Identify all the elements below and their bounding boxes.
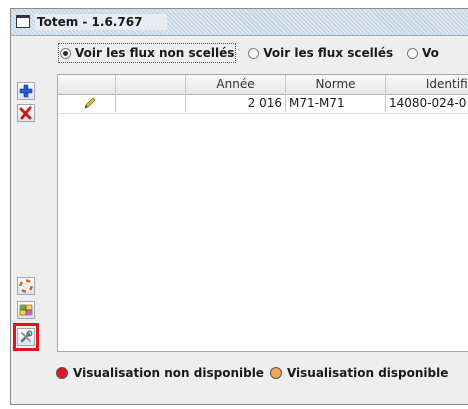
red-status-dot-icon	[56, 367, 68, 379]
edit-cell[interactable]	[58, 94, 116, 112]
radio-indicator[interactable]	[248, 47, 260, 59]
blank-cell	[116, 94, 186, 112]
column-header-identifiant[interactable]: Identifia	[386, 75, 468, 93]
column-header-edit[interactable]	[58, 75, 116, 93]
lifebuoy-icon	[19, 279, 33, 293]
column-header-blank[interactable]	[116, 75, 186, 93]
legend-non-disponible: Visualisation non disponible	[73, 366, 264, 380]
radio-label-third: Vo	[422, 46, 439, 60]
radio-selected-indicator[interactable]	[60, 47, 71, 59]
window-icon	[16, 15, 30, 28]
delete-button[interactable]	[17, 104, 35, 122]
radio-non-scelles[interactable]: Voir les flux non scellés	[58, 43, 237, 63]
help-button[interactable]	[17, 277, 35, 295]
column-header-norme[interactable]: Norme	[286, 75, 386, 93]
radio-indicator[interactable]	[407, 47, 418, 59]
norme-cell: M71-M71	[286, 94, 386, 112]
grid-button[interactable]	[17, 301, 35, 319]
identifiant-cell: 14080-024-0	[389, 96, 467, 110]
pencil-icon[interactable]	[83, 96, 97, 110]
window-title: Totem - 1.6.767	[35, 14, 167, 30]
table-row[interactable]: 2 016 M71-M71 14080-024-0	[58, 94, 468, 114]
legend-bar: Visualisation non disponible Visualisati…	[56, 366, 448, 380]
tools-icon	[20, 330, 33, 343]
radio-label-scelles: Voir les flux scellés	[263, 46, 394, 60]
add-icon	[19, 84, 33, 98]
delete-icon	[19, 106, 32, 120]
flux-table: Année Norme Identifia 2 016 M71-M71 1408…	[57, 74, 468, 352]
title-bar[interactable]: Totem - 1.6.767	[11, 9, 468, 36]
orange-status-dot-icon	[269, 367, 282, 379]
tools-button[interactable]	[17, 328, 35, 346]
table-header: Année Norme Identifia	[58, 75, 468, 95]
flux-filter-group: Voir les flux non scellés Voir les flux …	[58, 43, 447, 65]
legend-disponible: Visualisation disponible	[286, 366, 449, 380]
radio-third-option[interactable]: Vo	[405, 43, 441, 63]
radio-label-non-scelles: Voir les flux non scellés	[75, 46, 235, 60]
add-button[interactable]	[17, 82, 35, 100]
annee-cell: 2 016	[186, 94, 286, 112]
radio-scelles[interactable]: Voir les flux scellés	[246, 43, 395, 63]
column-header-annee[interactable]: Année	[186, 75, 286, 93]
grid-icon	[19, 304, 33, 316]
